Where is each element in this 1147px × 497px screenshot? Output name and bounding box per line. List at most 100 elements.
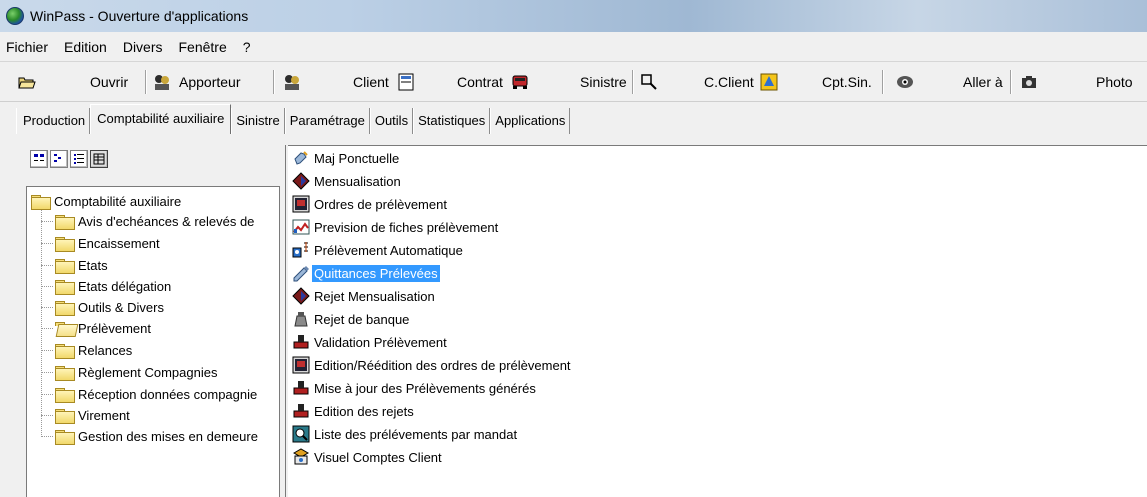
list-item-prevision-fiches[interactable]: Prevision de fiches prélèvement: [292, 216, 500, 238]
people-icon: [283, 73, 301, 91]
list-item-mise-a-jour-prelevements[interactable]: Mise à jour des Prélèvements générés: [292, 377, 538, 399]
tab-parametrage[interactable]: Paramétrage: [284, 108, 370, 134]
ouvrir-label: Ouvrir: [90, 74, 129, 90]
open-folder-icon: [55, 321, 73, 335]
folder-icon: [55, 279, 75, 295]
tree-item-etats[interactable]: Etats: [55, 255, 108, 275]
list-item-label: Liste des prélévements par mandat: [314, 426, 518, 442]
ouvrir-button[interactable]: Ouvrir: [90, 62, 128, 102]
tree-connector: [41, 265, 53, 266]
tree-item-prelevement[interactable]: Prélèvement: [55, 318, 151, 338]
tree-connector: [41, 243, 53, 244]
cclient-button[interactable]: C.Client: [704, 62, 778, 102]
toolbar-separator: [632, 70, 634, 94]
client-card-icon: [397, 73, 415, 91]
menu-fenetre[interactable]: Fenêtre: [177, 37, 229, 57]
tab-comptabilite-auxiliaire[interactable]: Comptabilité auxiliaire: [90, 104, 232, 134]
tree-item-label: Réception données compagnie: [78, 386, 258, 402]
list-item-edition-rejets[interactable]: Edition des rejets: [292, 400, 416, 422]
tab-outils[interactable]: Outils: [369, 108, 414, 134]
apporteur-button[interactable]: Apporteur: [153, 62, 240, 102]
tree-item-label: Virement: [78, 407, 130, 423]
tree-connector: [41, 350, 53, 351]
small-icons-view-button[interactable]: [50, 150, 68, 168]
aller-button[interactable]: Aller à: [963, 62, 1003, 102]
search-person-icon: [292, 425, 310, 443]
tree-item-relances[interactable]: Relances: [55, 340, 132, 360]
tree-item-etats-delegation[interactable]: Etats délégation: [55, 276, 171, 296]
menu-fichier[interactable]: Fichier: [4, 37, 50, 57]
tree-item-label: Relances: [78, 342, 133, 358]
details-view-button[interactable]: [90, 150, 108, 168]
list-item-prelevement-automatique[interactable]: Prélèvement Automatique: [292, 239, 465, 261]
contrat-button[interactable]: Contrat: [457, 62, 529, 102]
tree-item-reglement-compagnies[interactable]: Règlement Compagnies: [55, 362, 217, 382]
accounts-icon: [292, 448, 310, 466]
menu-divers[interactable]: Divers: [121, 37, 165, 57]
toolbar-separator: [273, 70, 275, 94]
tab-production[interactable]: Production: [16, 108, 91, 134]
tree-item-avis-echeances[interactable]: Avis d'echéances & relevés de: [55, 211, 254, 231]
people-button[interactable]: [283, 62, 301, 102]
tree-item-label: Etats délégation: [78, 278, 172, 294]
tree-item-virement[interactable]: Virement: [55, 405, 130, 425]
photo-label: Photo: [1096, 74, 1133, 90]
bank-bag-icon: [292, 310, 310, 328]
tree-item-reception-donnees[interactable]: Réception données compagnie: [55, 384, 257, 404]
list-item-maj-ponctuelle[interactable]: Maj Ponctuelle: [292, 147, 401, 169]
tree-item-outils-divers[interactable]: Outils & Divers: [55, 297, 164, 317]
camera-button[interactable]: [1020, 62, 1038, 102]
tree-connector: [41, 328, 53, 329]
list-item-visuel-comptes-client[interactable]: Visuel Comptes Client: [292, 446, 444, 468]
tree-item-encaissement[interactable]: Encaissement: [55, 233, 160, 253]
list-item-label: Ordres de prélèvement: [314, 196, 447, 212]
open-folder-button[interactable]: [18, 62, 36, 102]
list-item-ordres-prelevement[interactable]: Ordres de prélèvement: [292, 193, 449, 215]
list-item-rejet-banque[interactable]: Rejet de banque: [292, 308, 411, 330]
list-item-validation-prelevement[interactable]: Validation Prélèvement: [292, 331, 449, 353]
application-list[interactable]: Maj Ponctuelle Mensualisation Ordres de …: [288, 145, 1147, 497]
photo-button[interactable]: Photo: [1096, 62, 1133, 102]
client-button[interactable]: Client: [353, 62, 415, 102]
folder-icon: [55, 300, 75, 316]
list-item-label: Mise à jour des Prélèvements générés: [314, 380, 536, 396]
sinistre-search-button[interactable]: [640, 62, 658, 102]
toolbar-separator: [145, 70, 147, 94]
tab-applications[interactable]: Applications: [490, 108, 571, 134]
list-item-rejet-mensualisation[interactable]: Rejet Mensualisation: [292, 285, 437, 307]
tree-panel: Comptabilité auxiliaire Avis d'echéances…: [0, 134, 285, 497]
cptsin-icon-button[interactable]: [896, 62, 914, 102]
title-bar[interactable]: WinPass - Ouverture d'applications: [0, 0, 1147, 32]
menu-help[interactable]: ?: [241, 37, 253, 57]
tree-item-label: Gestion des mises en demeure: [78, 428, 258, 444]
cptsin-button[interactable]: Cpt.Sin.: [822, 62, 872, 102]
tree-item-label: Encaissement: [78, 235, 160, 251]
tree-connector: [41, 415, 53, 416]
tab-sinistre[interactable]: Sinistre: [231, 108, 285, 134]
folder-icon: [55, 429, 75, 445]
sinistre-button[interactable]: Sinistre: [580, 62, 627, 102]
list-item-quittances-prelevees[interactable]: Quittances Prélevées: [292, 262, 440, 284]
contrat-car-icon: [511, 73, 529, 91]
toolbar: Ouvrir Apporteur Client Contrat Sinistre…: [0, 62, 1147, 102]
contrat-label: Contrat: [457, 74, 503, 90]
tab-statistiques[interactable]: Statistiques: [413, 108, 491, 134]
folder-tree[interactable]: Comptabilité auxiliaire Avis d'echéances…: [26, 186, 280, 497]
list-view-button[interactable]: [70, 150, 88, 168]
diamond-icon: [292, 172, 310, 190]
tree-view-buttons: [30, 150, 110, 168]
list-item-label: Maj Ponctuelle: [314, 150, 400, 166]
document-icon: [292, 356, 310, 374]
large-icons-view-button[interactable]: [30, 150, 48, 168]
list-item-liste-prelevements-mandat[interactable]: Liste des prélévements par mandat: [292, 423, 519, 445]
menu-bar: Fichier Edition Divers Fenêtre ?: [0, 32, 1147, 62]
stamp-icon: [292, 333, 310, 351]
cclient-label: C.Client: [704, 74, 754, 90]
tree-connector: [41, 221, 53, 222]
list-item-edition-reedition-ordres[interactable]: Edition/Réédition des ordres de prélèvem…: [292, 354, 573, 376]
folder-icon: [55, 214, 75, 230]
tree-root-node[interactable]: Comptabilité auxiliaire: [31, 191, 181, 211]
list-item-mensualisation[interactable]: Mensualisation: [292, 170, 403, 192]
menu-edition[interactable]: Edition: [62, 37, 109, 57]
tree-item-gestion-mises-en-demeure[interactable]: Gestion des mises en demeure: [55, 426, 258, 446]
